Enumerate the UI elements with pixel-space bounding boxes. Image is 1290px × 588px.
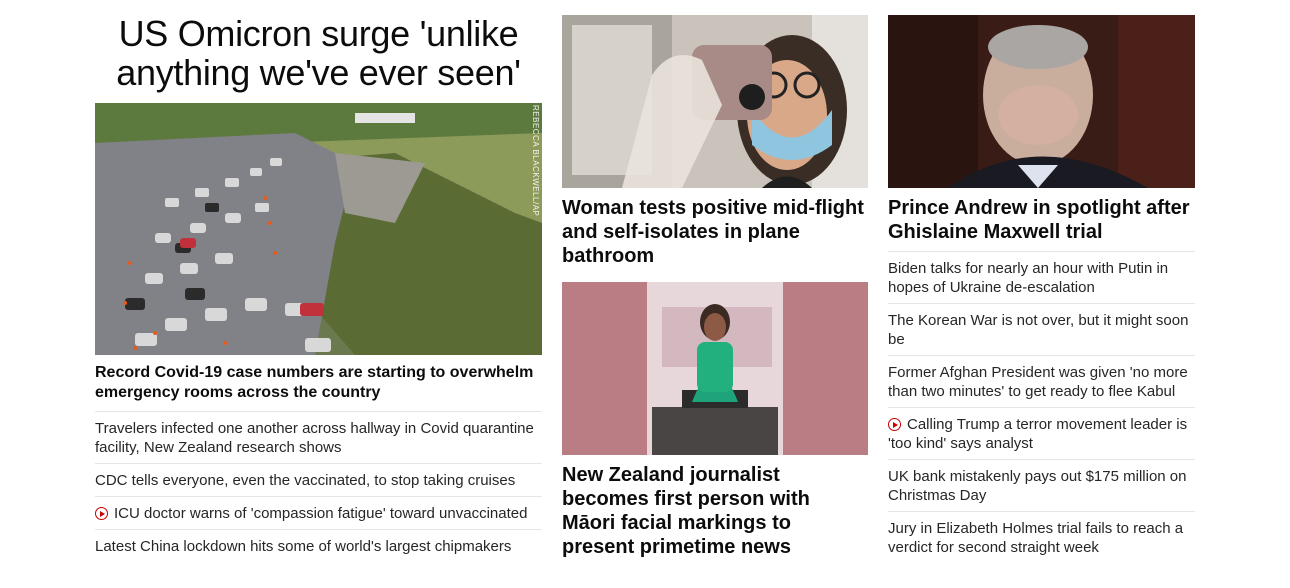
list-item-text[interactable]: Calling Trump a terror movement leader i… xyxy=(888,416,1187,452)
list-item[interactable]: Calling Trump a terror movement leader i… xyxy=(888,407,1195,459)
list-item-text[interactable]: ICU doctor warns of 'compassion fatigue'… xyxy=(114,505,527,522)
list-item[interactable]: UK bank mistakenly pays out $175 million… xyxy=(888,459,1195,511)
banner-headline[interactable]: US Omicron surge 'unlike anything we've … xyxy=(95,14,542,92)
card-image-newsreader[interactable] xyxy=(562,282,868,455)
card-image-portrait[interactable] xyxy=(888,15,1195,188)
list-item-text[interactable]: The Korean War is not over, but it might… xyxy=(888,312,1188,348)
right-column: Prince Andrew in spotlight after Ghislai… xyxy=(888,0,1195,563)
card-image-mask-selfie[interactable] xyxy=(562,15,868,188)
play-circle-icon xyxy=(888,418,901,431)
list-item[interactable]: Jury in Elizabeth Holmes trial fails to … xyxy=(888,511,1195,563)
middle-column: Woman tests positive mid-flight and self… xyxy=(562,0,868,559)
lead-headline[interactable]: Record Covid-19 case numbers are startin… xyxy=(95,363,542,403)
card-headline[interactable]: New Zealand journalist becomes first per… xyxy=(562,463,868,559)
card-headline[interactable]: Prince Andrew in spotlight after Ghislai… xyxy=(888,196,1195,244)
list-item-text[interactable]: CDC tells everyone, even the vaccinated,… xyxy=(95,472,515,489)
list-item[interactable]: Travelers infected one another across ha… xyxy=(95,411,542,463)
list-item[interactable]: The Korean War is not over, but it might… xyxy=(888,303,1195,355)
list-item-text[interactable]: Latest China lockdown hits some of world… xyxy=(95,538,511,555)
list-item-text[interactable]: UK bank mistakenly pays out $175 million… xyxy=(888,468,1187,504)
headline-list: Travelers infected one another across ha… xyxy=(95,411,542,562)
list-item[interactable]: ICU doctor warns of 'compassion fatigue'… xyxy=(95,496,542,529)
list-item[interactable]: Latest China lockdown hits some of world… xyxy=(95,529,542,562)
list-item[interactable]: CDC tells everyone, even the vaccinated,… xyxy=(95,463,542,496)
list-item-text[interactable]: Biden talks for nearly an hour with Puti… xyxy=(888,260,1168,296)
headline-list: Biden talks for nearly an hour with Puti… xyxy=(888,251,1195,563)
play-circle-icon xyxy=(95,507,108,520)
lead-column: US Omicron surge 'unlike anything we've … xyxy=(95,0,542,562)
photo-credit: REBECCA BLACKWELL/AP xyxy=(531,105,540,217)
lead-image[interactable]: REBECCA BLACKWELL/AP xyxy=(95,103,542,355)
list-item-text[interactable]: Former Afghan President was given 'no mo… xyxy=(888,364,1188,400)
list-item-text[interactable]: Jury in Elizabeth Holmes trial fails to … xyxy=(888,520,1183,556)
list-item[interactable]: Former Afghan President was given 'no mo… xyxy=(888,355,1195,407)
card-headline[interactable]: Woman tests positive mid-flight and self… xyxy=(562,196,868,268)
list-item-text[interactable]: Travelers infected one another across ha… xyxy=(95,420,534,456)
list-item[interactable]: Biden talks for nearly an hour with Puti… xyxy=(888,251,1195,303)
